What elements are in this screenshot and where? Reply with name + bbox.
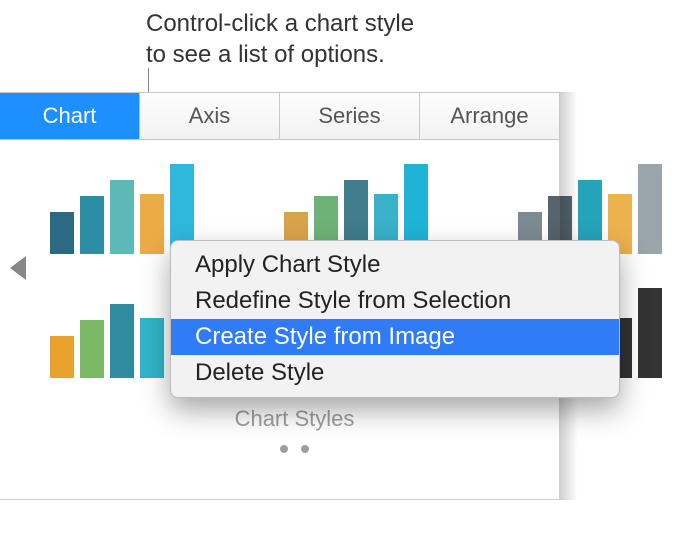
tab-bar: Chart Axis Series Arrange (0, 92, 560, 140)
mini-bar (80, 320, 104, 378)
page-dot[interactable] (301, 445, 309, 453)
prev-arrow-icon[interactable] (10, 256, 26, 280)
menu-delete-style[interactable]: Delete Style (171, 355, 619, 391)
tab-axis[interactable]: Axis (140, 93, 280, 139)
mini-bar (638, 288, 662, 378)
menu-apply-chart-style[interactable]: Apply Chart Style (171, 247, 619, 283)
tab-chart[interactable]: Chart (0, 93, 140, 139)
help-caption: Control-click a chart styleto see a list… (146, 8, 414, 70)
mini-bar (140, 318, 164, 378)
menu-redefine-style[interactable]: Redefine Style from Selection (171, 283, 619, 319)
mini-bar (50, 336, 74, 378)
tab-arrange[interactable]: Arrange (420, 93, 560, 139)
mini-bar (50, 212, 74, 254)
tab-series[interactable]: Series (280, 93, 420, 139)
mini-bar (80, 196, 104, 254)
chart-styles-label: Chart Styles (50, 406, 539, 432)
menu-create-style-from-image[interactable]: Create Style from Image (171, 319, 619, 355)
chart-style-thumb[interactable] (50, 158, 194, 254)
mini-bar (638, 164, 662, 254)
mini-bar (110, 304, 134, 378)
page-dot[interactable] (280, 445, 288, 453)
mini-bar (140, 194, 164, 254)
divider (0, 499, 559, 500)
context-menu: Apply Chart Style Redefine Style from Se… (170, 240, 620, 398)
mini-bar (110, 180, 134, 254)
pagination-dots (50, 440, 539, 458)
